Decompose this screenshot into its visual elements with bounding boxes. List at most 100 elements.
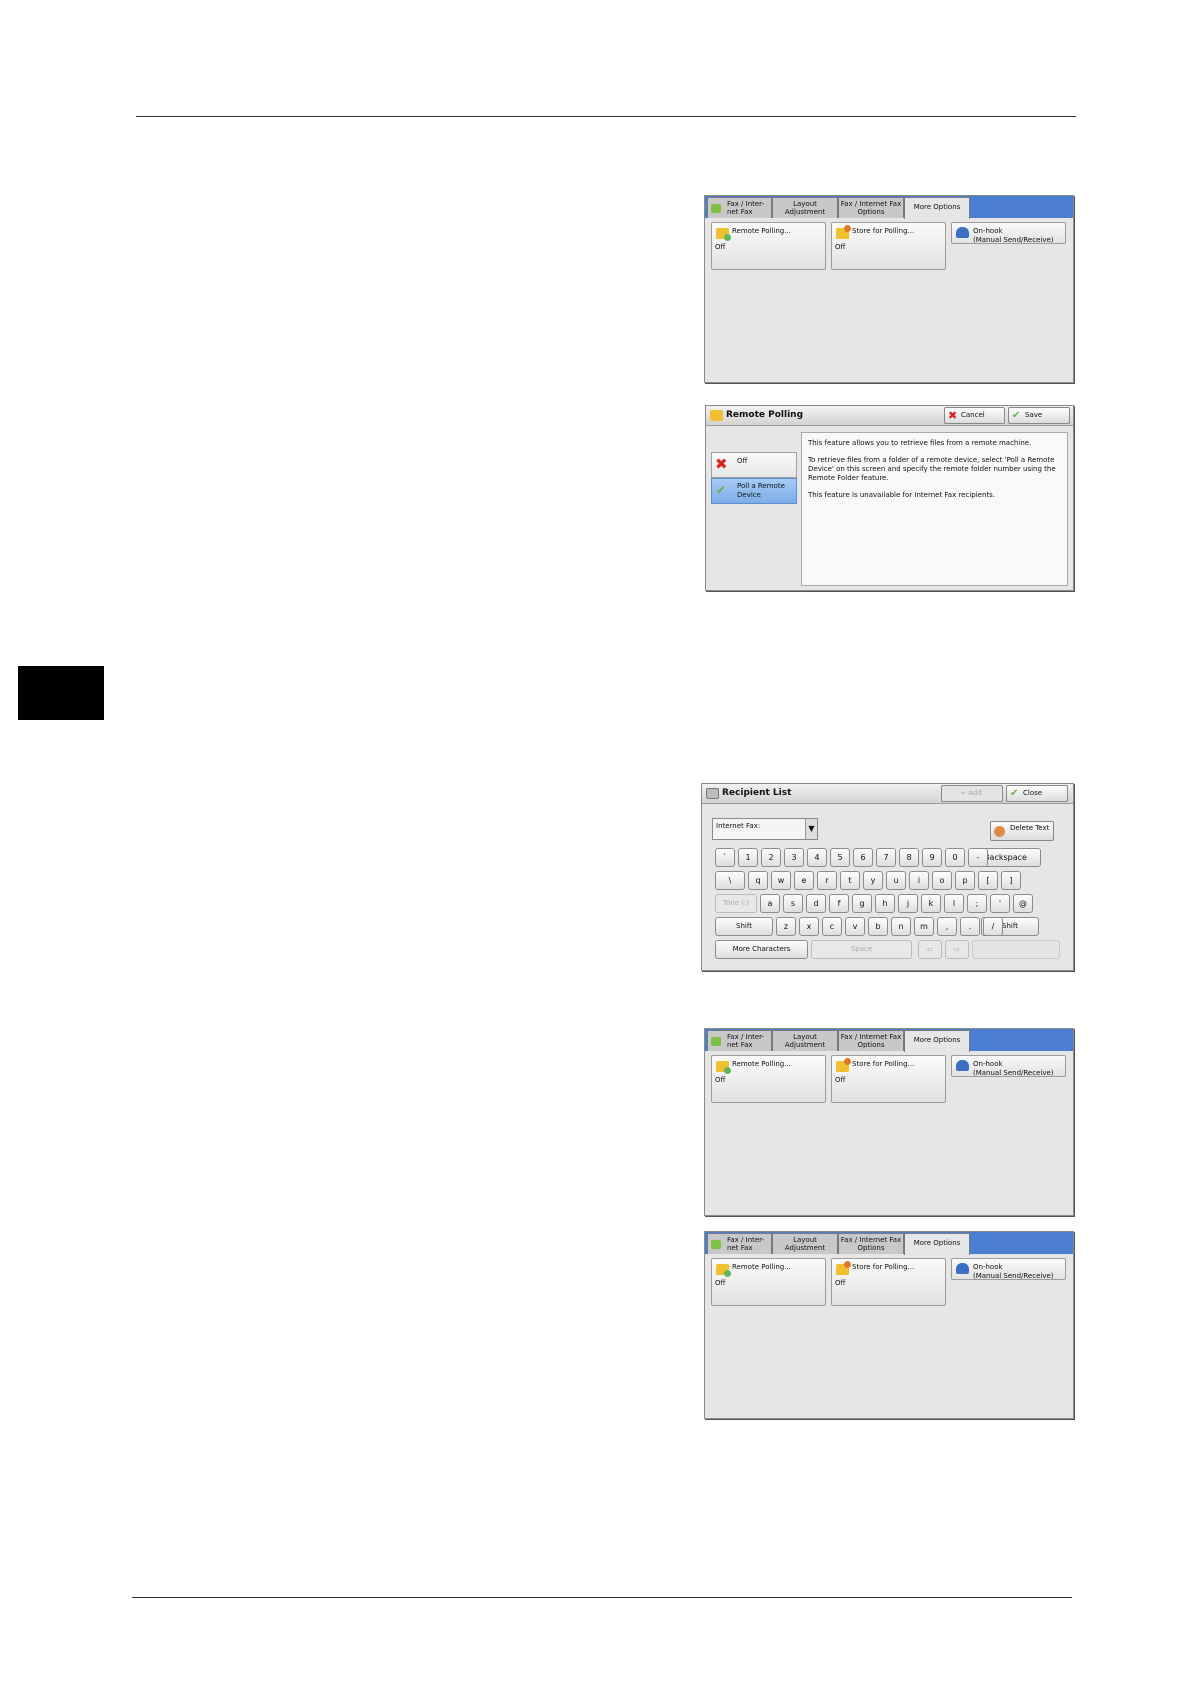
option-off[interactable]: ✖ Off — [711, 452, 797, 478]
on-hook-button[interactable]: On-hook (Manual Send/Receive) — [951, 222, 1066, 244]
tab-layout-adjustment[interactable]: Layout Adjustment — [772, 1233, 838, 1254]
cancel-button[interactable]: ✖ Cancel — [944, 407, 1005, 424]
remote-polling-button[interactable]: Remote Polling... Off — [711, 222, 826, 270]
on-hook-label: On-hook (Manual Send/Receive) — [973, 227, 1054, 244]
key-2-3[interactable]: e — [794, 871, 814, 890]
key-3-5[interactable]: h — [875, 894, 895, 913]
close-button[interactable]: ✔ Close — [1006, 785, 1068, 802]
key-2-6[interactable]: y — [863, 871, 883, 890]
key-3-9[interactable]: ; — [967, 894, 987, 913]
key-2-2[interactable]: w — [771, 871, 791, 890]
key-2-0[interactable]: \ — [715, 871, 745, 890]
store-polling-label: Store for Polling... — [852, 227, 915, 235]
key-4-7[interactable]: , — [937, 917, 957, 936]
blank-key — [972, 940, 1060, 959]
key-1-9[interactable]: 9 — [922, 848, 942, 867]
key-2-12[interactable]: ] — [1001, 871, 1021, 890]
space-key[interactable]: Space — [811, 940, 912, 959]
key-4-5[interactable]: n — [891, 917, 911, 936]
key-3-7[interactable]: k — [921, 894, 941, 913]
internet-fax-input[interactable]: Internet Fax: ▼ — [712, 818, 818, 840]
remote-polling-value: Off — [715, 243, 726, 251]
key-1-0[interactable]: ` — [715, 848, 735, 867]
store-for-polling-button[interactable]: Store for Polling... Off — [831, 1258, 946, 1306]
remote-polling-button[interactable]: Remote Polling... Off — [711, 1258, 826, 1306]
chevron-down-icon[interactable]: ▼ — [805, 819, 817, 839]
key-4-6[interactable]: m — [914, 917, 934, 936]
key-4-3[interactable]: v — [845, 917, 865, 936]
key-1-1[interactable]: 1 — [738, 848, 758, 867]
tab-fax-options[interactable]: Fax / Internet Fax Options — [838, 197, 904, 218]
on-hook-button[interactable]: On-hook (Manual Send/Receive) — [951, 1258, 1066, 1280]
key-3-1[interactable]: s — [783, 894, 803, 913]
tab-fax-internet-fax[interactable]: Fax / Inter- net Fax — [707, 197, 772, 218]
key-4-0[interactable]: z — [776, 917, 796, 936]
key-4-8[interactable]: . — [960, 917, 980, 936]
right-arrow-key[interactable]: ⇨ — [945, 940, 969, 959]
tab-bar: Fax / Inter- net Fax Layout Adjustment F… — [705, 1029, 1073, 1052]
remote-polling-button[interactable]: Remote Polling... Off — [711, 1055, 826, 1103]
key-3-0[interactable]: a — [760, 894, 780, 913]
key-3-2[interactable]: d — [806, 894, 826, 913]
fax-icon — [711, 204, 721, 213]
key-3-11[interactable]: @ — [1013, 894, 1033, 913]
option-poll-remote-device[interactable]: ✔ Poll a Remote Device — [711, 478, 797, 504]
tab-more-options[interactable]: More Options — [904, 1233, 970, 1255]
shift-left-key[interactable]: Shift — [715, 917, 773, 936]
save-button[interactable]: ✔ Save — [1008, 407, 1070, 424]
tab-bar: Fax / Inter- net Fax Layout Adjustment F… — [705, 1232, 1073, 1255]
key-2-9[interactable]: o — [932, 871, 952, 890]
key-1-2[interactable]: 2 — [761, 848, 781, 867]
key-1-8[interactable]: 8 — [899, 848, 919, 867]
key-3-3[interactable]: f — [829, 894, 849, 913]
key-2-10[interactable]: p — [955, 871, 975, 890]
recipient-list-screen: Recipient List + Add ✔ Close Internet Fax… — [701, 783, 1074, 971]
key-3-10[interactable]: ' — [990, 894, 1010, 913]
store-polling-label: Store for Polling... — [852, 1060, 915, 1068]
key-3-4[interactable]: g — [852, 894, 872, 913]
key-4-1[interactable]: x — [799, 917, 819, 936]
store-polling-value: Off — [835, 243, 846, 251]
key-1-11[interactable]: - — [968, 848, 988, 867]
tab-fax-internet-fax[interactable]: Fax / Inter- net Fax — [707, 1030, 772, 1051]
key-4-2[interactable]: c — [822, 917, 842, 936]
on-hook-button[interactable]: On-hook (Manual Send/Receive) — [951, 1055, 1066, 1077]
key-1-5[interactable]: 5 — [830, 848, 850, 867]
left-arrow-key[interactable]: ⇦ — [918, 940, 942, 959]
key-1-4[interactable]: 4 — [807, 848, 827, 867]
tone-key[interactable]: Tone (:) — [715, 894, 757, 913]
list-icon — [706, 788, 719, 799]
tab-fax-options[interactable]: Fax / Internet Fax Options — [838, 1233, 904, 1254]
more-options-screen-3: Fax / Inter- net Fax Layout Adjustment F… — [704, 1231, 1074, 1419]
key-1-3[interactable]: 3 — [784, 848, 804, 867]
key-2-7[interactable]: u — [886, 871, 906, 890]
key-2-11[interactable]: [ — [978, 871, 998, 890]
tab-fax-options[interactable]: Fax / Internet Fax Options — [838, 1030, 904, 1051]
on-hook-label: On-hook (Manual Send/Receive) — [973, 1060, 1054, 1077]
store-for-polling-button[interactable]: Store for Polling... Off — [831, 222, 946, 270]
tab-layout-adjustment[interactable]: Layout Adjustment — [772, 1030, 838, 1051]
key-3-8[interactable]: l — [944, 894, 964, 913]
key-4-4[interactable]: b — [868, 917, 888, 936]
tab-fax-internet-fax[interactable]: Fax / Inter- net Fax — [707, 1233, 772, 1254]
key-1-6[interactable]: 6 — [853, 848, 873, 867]
more-characters-key[interactable]: More Characters — [715, 940, 808, 959]
phone-icon — [956, 1060, 969, 1071]
key-2-5[interactable]: t — [840, 871, 860, 890]
key-2-4[interactable]: r — [817, 871, 837, 890]
key-2-8[interactable]: i — [909, 871, 929, 890]
key-1-10[interactable]: 0 — [945, 848, 965, 867]
delete-text-button[interactable]: Delete Text — [990, 821, 1054, 841]
key-2-1[interactable]: q — [748, 871, 768, 890]
key-4-9[interactable]: / — [983, 917, 1003, 936]
remote-polling-label: Remote Polling... — [732, 1060, 791, 1068]
option-off-label: Off — [737, 457, 748, 465]
dialog-title: Remote Polling — [726, 410, 804, 420]
key-1-7[interactable]: 7 — [876, 848, 896, 867]
key-3-6[interactable]: j — [898, 894, 918, 913]
tab-more-options[interactable]: More Options — [904, 1030, 970, 1052]
tab-layout-adjustment[interactable]: Layout Adjustment — [772, 197, 838, 218]
store-for-polling-button[interactable]: Store for Polling... Off — [831, 1055, 946, 1103]
add-button[interactable]: + Add — [941, 785, 1003, 802]
tab-more-options[interactable]: More Options — [904, 197, 970, 219]
